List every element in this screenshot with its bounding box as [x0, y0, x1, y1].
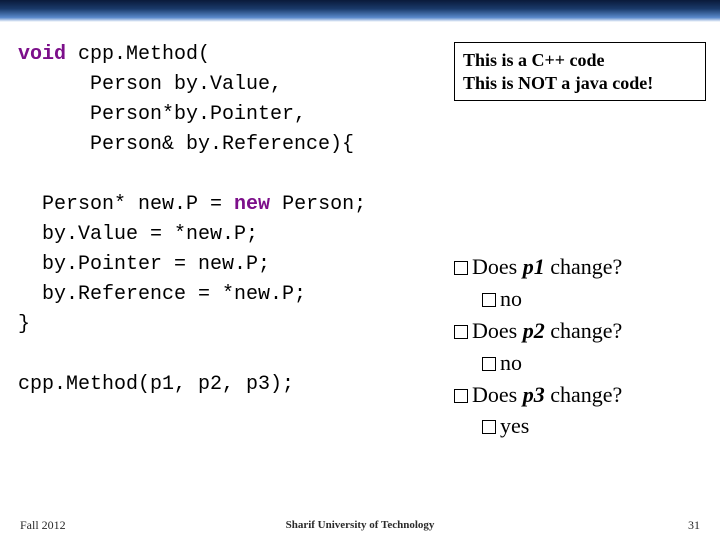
callout-box: This is a C++ code This is NOT a java co… — [454, 42, 706, 101]
bullet-icon — [482, 420, 496, 434]
code-text: Person* new.P = — [18, 193, 234, 216]
footer-left: Fall 2012 — [20, 518, 66, 533]
keyword-new: new — [234, 193, 270, 216]
code-text: Person by.Value, — [18, 73, 282, 96]
code-text: } — [18, 313, 30, 336]
bullet-icon — [454, 261, 468, 275]
question: Does p1 change? — [454, 251, 706, 283]
code-text: by.Reference = *new.P; — [18, 283, 306, 306]
footer-page-number: 31 — [688, 518, 700, 533]
header-gradient — [0, 0, 720, 22]
bullet-icon — [454, 325, 468, 339]
note-line: This is NOT a java code! — [463, 72, 697, 95]
keyword-void: void — [18, 43, 66, 66]
answer: no — [482, 283, 706, 315]
note-line: This is a C++ code — [463, 49, 697, 72]
bullet-icon — [482, 357, 496, 371]
footer-center: Sharif University of Technology — [286, 519, 435, 531]
question: Does p3 change? — [454, 379, 706, 411]
right-column: This is a C++ code This is NOT a java co… — [450, 30, 720, 512]
answer: no — [482, 347, 706, 379]
question: Does p2 change? — [454, 315, 706, 347]
code-text: by.Value = *new.P; — [18, 223, 258, 246]
qa-list: Does p1 change? no Does p2 change? no Do… — [454, 251, 706, 442]
footer: Fall 2012 Sharif University of Technolog… — [0, 514, 720, 540]
code-block: void cpp.Method( Person by.Value, Person… — [0, 30, 450, 512]
bullet-icon — [482, 293, 496, 307]
code-text: by.Pointer = new.P; — [18, 253, 270, 276]
code-text: Person*by.Pointer, — [18, 103, 306, 126]
bullet-icon — [454, 389, 468, 403]
code-text: cpp.Method(p1, p2, p3); — [18, 373, 294, 396]
slide-content: void cpp.Method( Person by.Value, Person… — [0, 30, 720, 512]
code-text: Person; — [270, 193, 366, 216]
code-text: cpp.Method( — [66, 43, 210, 66]
answer: yes — [482, 410, 706, 442]
code-text: Person& by.Reference){ — [18, 133, 354, 156]
